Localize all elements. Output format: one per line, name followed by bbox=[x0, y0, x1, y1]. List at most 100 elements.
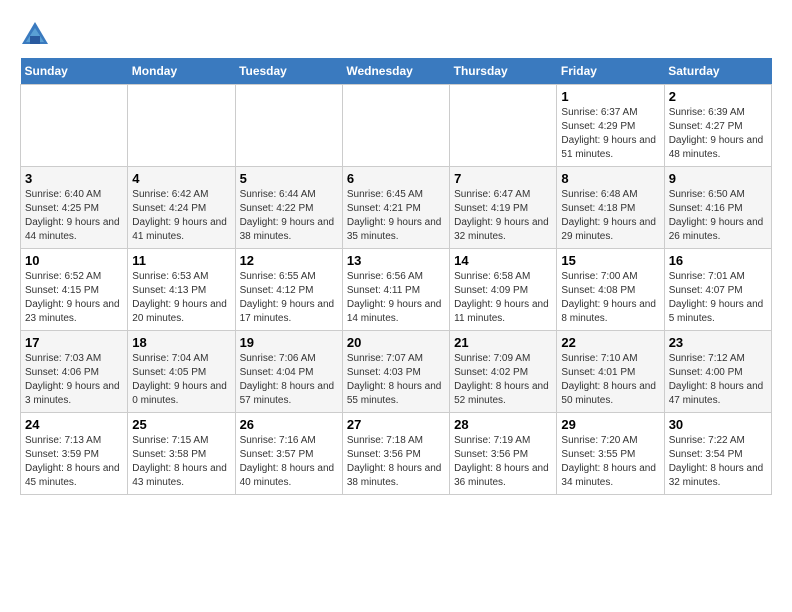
day-info: Sunrise: 6:45 AMSunset: 4:21 PMDaylight:… bbox=[347, 188, 445, 244]
day-number: 12 bbox=[240, 253, 338, 268]
day-info: Sunrise: 6:48 AMSunset: 4:18 PMDaylight:… bbox=[561, 188, 659, 244]
calendar-header-monday: Monday bbox=[128, 58, 235, 85]
day-number: 17 bbox=[25, 335, 123, 350]
calendar-week-row: 1 Sunrise: 6:37 AMSunset: 4:29 PMDaylight… bbox=[21, 85, 772, 167]
calendar-cell: 17 Sunrise: 7:03 AMSunset: 4:06 PMDayligh… bbox=[21, 331, 128, 413]
day-info: Sunrise: 7:22 AMSunset: 3:54 PMDaylight:… bbox=[669, 434, 767, 490]
day-info: Sunrise: 7:15 AMSunset: 3:58 PMDaylight:… bbox=[132, 434, 230, 490]
calendar-cell: 3 Sunrise: 6:40 AMSunset: 4:25 PMDaylight… bbox=[21, 167, 128, 249]
day-info: Sunrise: 7:01 AMSunset: 4:07 PMDaylight:… bbox=[669, 270, 767, 326]
day-number: 9 bbox=[669, 171, 767, 186]
calendar-cell: 27 Sunrise: 7:18 AMSunset: 3:56 PMDayligh… bbox=[342, 413, 449, 495]
day-number: 15 bbox=[561, 253, 659, 268]
calendar-week-row: 10Sunrise: 6:52 AMSunset: 4:15 PMDayligh… bbox=[21, 249, 772, 331]
day-number: 13 bbox=[347, 253, 445, 268]
calendar-header-row: SundayMondayTuesdayWednesdayThursdayFrid… bbox=[21, 58, 772, 85]
calendar-cell: 2 Sunrise: 6:39 AMSunset: 4:27 PMDaylight… bbox=[664, 85, 771, 167]
calendar-cell: 30 Sunrise: 7:22 AMSunset: 3:54 PMDayligh… bbox=[664, 413, 771, 495]
logo-icon bbox=[20, 20, 50, 48]
day-number: 11 bbox=[132, 253, 230, 268]
calendar-cell: 29 Sunrise: 7:20 AMSunset: 3:55 PMDayligh… bbox=[557, 413, 664, 495]
calendar-cell bbox=[128, 85, 235, 167]
calendar-cell: 25 Sunrise: 7:15 AMSunset: 3:58 PMDayligh… bbox=[128, 413, 235, 495]
day-info: Sunrise: 6:40 AMSunset: 4:25 PMDaylight:… bbox=[25, 188, 123, 244]
calendar-cell: 6 Sunrise: 6:45 AMSunset: 4:21 PMDaylight… bbox=[342, 167, 449, 249]
day-number: 5 bbox=[240, 171, 338, 186]
calendar-cell: 10Sunrise: 6:52 AMSunset: 4:15 PMDayligh… bbox=[21, 249, 128, 331]
day-info: Sunrise: 7:03 AMSunset: 4:06 PMDaylight:… bbox=[25, 352, 123, 408]
day-number: 16 bbox=[669, 253, 767, 268]
calendar-cell: 20Sunrise: 7:07 AMSunset: 4:03 PMDayligh… bbox=[342, 331, 449, 413]
calendar-header-sunday: Sunday bbox=[21, 58, 128, 85]
day-number: 8 bbox=[561, 171, 659, 186]
day-info: Sunrise: 6:50 AMSunset: 4:16 PMDaylight:… bbox=[669, 188, 767, 244]
day-info: Sunrise: 7:13 AMSunset: 3:59 PMDaylight:… bbox=[25, 434, 123, 490]
day-number: 22 bbox=[561, 335, 659, 350]
day-number: 27 bbox=[347, 417, 445, 432]
calendar-cell: 14Sunrise: 6:58 AMSunset: 4:09 PMDayligh… bbox=[450, 249, 557, 331]
calendar-cell: 24Sunrise: 7:13 AMSunset: 3:59 PMDayligh… bbox=[21, 413, 128, 495]
day-info: Sunrise: 6:42 AMSunset: 4:24 PMDaylight:… bbox=[132, 188, 230, 244]
calendar-cell: 9 Sunrise: 6:50 AMSunset: 4:16 PMDaylight… bbox=[664, 167, 771, 249]
day-info: Sunrise: 6:53 AMSunset: 4:13 PMDaylight:… bbox=[132, 270, 230, 326]
day-number: 18 bbox=[132, 335, 230, 350]
day-number: 1 bbox=[561, 89, 659, 104]
day-info: Sunrise: 6:39 AMSunset: 4:27 PMDaylight:… bbox=[669, 106, 767, 162]
day-number: 14 bbox=[454, 253, 552, 268]
day-number: 10 bbox=[25, 253, 123, 268]
calendar-header-thursday: Thursday bbox=[450, 58, 557, 85]
calendar-table: SundayMondayTuesdayWednesdayThursdayFrid… bbox=[20, 58, 772, 495]
day-number: 23 bbox=[669, 335, 767, 350]
day-info: Sunrise: 7:16 AMSunset: 3:57 PMDaylight:… bbox=[240, 434, 338, 490]
calendar-cell: 18 Sunrise: 7:04 AMSunset: 4:05 PMDayligh… bbox=[128, 331, 235, 413]
calendar-cell: 8 Sunrise: 6:48 AMSunset: 4:18 PMDaylight… bbox=[557, 167, 664, 249]
day-number: 29 bbox=[561, 417, 659, 432]
calendar-cell: 5Sunrise: 6:44 AMSunset: 4:22 PMDaylight… bbox=[235, 167, 342, 249]
calendar-week-row: 24Sunrise: 7:13 AMSunset: 3:59 PMDayligh… bbox=[21, 413, 772, 495]
calendar-header-tuesday: Tuesday bbox=[235, 58, 342, 85]
calendar-week-row: 3 Sunrise: 6:40 AMSunset: 4:25 PMDaylight… bbox=[21, 167, 772, 249]
calendar-cell: 1 Sunrise: 6:37 AMSunset: 4:29 PMDaylight… bbox=[557, 85, 664, 167]
day-info: Sunrise: 7:09 AMSunset: 4:02 PMDaylight:… bbox=[454, 352, 552, 408]
day-info: Sunrise: 7:04 AMSunset: 4:05 PMDaylight:… bbox=[132, 352, 230, 408]
day-info: Sunrise: 7:12 AMSunset: 4:00 PMDaylight:… bbox=[669, 352, 767, 408]
logo bbox=[20, 20, 54, 48]
calendar-cell: 23 Sunrise: 7:12 AMSunset: 4:00 PMDayligh… bbox=[664, 331, 771, 413]
day-info: Sunrise: 7:07 AMSunset: 4:03 PMDaylight:… bbox=[347, 352, 445, 408]
calendar-cell bbox=[342, 85, 449, 167]
calendar-cell: 7 Sunrise: 6:47 AMSunset: 4:19 PMDaylight… bbox=[450, 167, 557, 249]
day-number: 3 bbox=[25, 171, 123, 186]
calendar-cell: 12Sunrise: 6:55 AMSunset: 4:12 PMDayligh… bbox=[235, 249, 342, 331]
day-number: 6 bbox=[347, 171, 445, 186]
day-number: 19 bbox=[240, 335, 338, 350]
day-number: 25 bbox=[132, 417, 230, 432]
day-info: Sunrise: 7:06 AMSunset: 4:04 PMDaylight:… bbox=[240, 352, 338, 408]
calendar-cell: 28Sunrise: 7:19 AMSunset: 3:56 PMDayligh… bbox=[450, 413, 557, 495]
day-number: 26 bbox=[240, 417, 338, 432]
calendar-cell: 13Sunrise: 6:56 AMSunset: 4:11 PMDayligh… bbox=[342, 249, 449, 331]
calendar-week-row: 17 Sunrise: 7:03 AMSunset: 4:06 PMDayligh… bbox=[21, 331, 772, 413]
day-info: Sunrise: 7:00 AMSunset: 4:08 PMDaylight:… bbox=[561, 270, 659, 326]
day-info: Sunrise: 6:37 AMSunset: 4:29 PMDaylight:… bbox=[561, 106, 659, 162]
day-info: Sunrise: 7:10 AMSunset: 4:01 PMDaylight:… bbox=[561, 352, 659, 408]
day-number: 2 bbox=[669, 89, 767, 104]
day-number: 30 bbox=[669, 417, 767, 432]
day-info: Sunrise: 6:47 AMSunset: 4:19 PMDaylight:… bbox=[454, 188, 552, 244]
calendar-cell: 22 Sunrise: 7:10 AMSunset: 4:01 PMDayligh… bbox=[557, 331, 664, 413]
calendar-header-wednesday: Wednesday bbox=[342, 58, 449, 85]
calendar-cell: 26 Sunrise: 7:16 AMSunset: 3:57 PMDayligh… bbox=[235, 413, 342, 495]
day-number: 21 bbox=[454, 335, 552, 350]
calendar-cell: 16 Sunrise: 7:01 AMSunset: 4:07 PMDayligh… bbox=[664, 249, 771, 331]
calendar-cell bbox=[21, 85, 128, 167]
calendar-cell: 19 Sunrise: 7:06 AMSunset: 4:04 PMDayligh… bbox=[235, 331, 342, 413]
calendar-cell bbox=[235, 85, 342, 167]
calendar-cell: 15 Sunrise: 7:00 AMSunset: 4:08 PMDayligh… bbox=[557, 249, 664, 331]
day-number: 7 bbox=[454, 171, 552, 186]
day-info: Sunrise: 7:20 AMSunset: 3:55 PMDaylight:… bbox=[561, 434, 659, 490]
day-info: Sunrise: 7:19 AMSunset: 3:56 PMDaylight:… bbox=[454, 434, 552, 490]
calendar-cell: 21 Sunrise: 7:09 AMSunset: 4:02 PMDayligh… bbox=[450, 331, 557, 413]
day-info: Sunrise: 7:18 AMSunset: 3:56 PMDaylight:… bbox=[347, 434, 445, 490]
calendar-header-friday: Friday bbox=[557, 58, 664, 85]
page-header bbox=[20, 20, 772, 48]
calendar-cell: 11 Sunrise: 6:53 AMSunset: 4:13 PMDayligh… bbox=[128, 249, 235, 331]
